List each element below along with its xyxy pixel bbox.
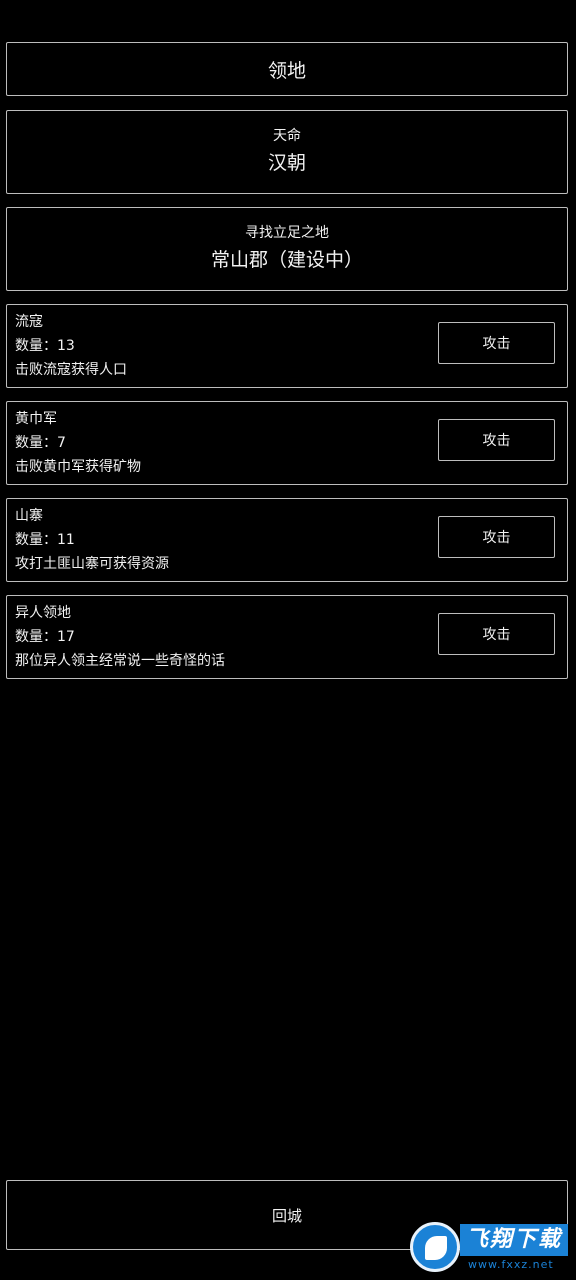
enemy-count: 数量：13 xyxy=(15,338,75,354)
attack-button-outsider-territory[interactable]: 攻击 xyxy=(438,613,555,655)
enemy-name: 异人领地 xyxy=(15,605,71,621)
page-title-panel: 领地 xyxy=(6,42,568,96)
attack-button-bandits[interactable]: 攻击 xyxy=(438,322,555,364)
enemy-count: 数量：17 xyxy=(15,629,75,645)
territory-value: 常山郡（建设中） xyxy=(210,249,363,271)
watermark-logo-icon xyxy=(410,1222,460,1272)
enemy-name: 山寨 xyxy=(15,508,43,524)
enemy-description: 那位异人领主经常说一些奇怪的话 xyxy=(15,653,225,669)
enemy-card-mountain-fort: 山寨 数量：11 攻打土匪山寨可获得资源 攻击 xyxy=(6,498,568,582)
attack-button-yellow-turbans[interactable]: 攻击 xyxy=(438,419,555,461)
return-to-city-label: 回城 xyxy=(271,1206,302,1225)
watermark-brand: 飞翔下载 xyxy=(460,1224,568,1256)
enemy-card-outsider-territory: 异人领地 数量：17 那位异人领主经常说一些奇怪的话 攻击 xyxy=(6,595,568,679)
attack-button-mountain-fort[interactable]: 攻击 xyxy=(438,516,555,558)
tianming-panel: 天命 汉朝 xyxy=(6,110,568,194)
enemy-description: 击败流寇获得人口 xyxy=(15,362,127,378)
tianming-value: 汉朝 xyxy=(267,152,306,174)
enemy-name: 流寇 xyxy=(15,314,43,330)
tianming-label: 天命 xyxy=(273,128,301,144)
enemy-count: 数量：7 xyxy=(15,435,66,451)
territory-panel: 寻找立足之地 常山郡（建设中） xyxy=(6,207,568,291)
enemy-card-bandits: 流寇 数量：13 击败流寇获得人口 攻击 xyxy=(6,304,568,388)
enemy-card-yellow-turbans: 黄巾军 数量：7 击败黄巾军获得矿物 攻击 xyxy=(6,401,568,485)
watermark: 飞翔下载 www.fxxz.net xyxy=(408,1220,568,1278)
enemy-count: 数量：11 xyxy=(15,532,75,548)
territory-label: 寻找立足之地 xyxy=(245,225,329,241)
enemy-description: 攻打土匪山寨可获得资源 xyxy=(15,556,169,572)
enemy-name: 黄巾军 xyxy=(15,411,57,427)
enemy-description: 击败黄巾军获得矿物 xyxy=(15,459,141,475)
page-title: 领地 xyxy=(267,59,306,82)
watermark-url: www.fxxz.net xyxy=(468,1258,554,1271)
